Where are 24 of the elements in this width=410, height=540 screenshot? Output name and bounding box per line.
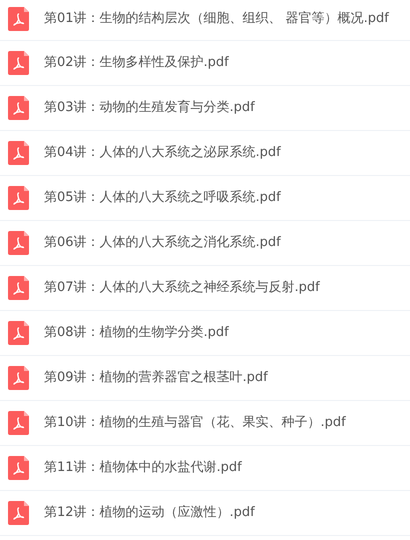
file-name[interactable]: 第02讲：生物多样性及保护.pdf (44, 53, 229, 73)
pdf-file-icon (8, 186, 29, 210)
pdf-file-icon (8, 51, 29, 75)
pdf-file-icon (8, 231, 29, 255)
file-name[interactable]: 第09讲：植物的营养器官之根茎叶.pdf (44, 368, 268, 388)
pdf-file-icon (8, 501, 29, 525)
file-name[interactable]: 第01讲：生物的结构层次（细胞、组织、 器官等）概况.pdf (44, 8, 389, 28)
pdf-file-icon (8, 456, 29, 480)
file-name[interactable]: 第12讲：植物的运动（应激性）.pdf (44, 503, 255, 523)
pdf-file-icon (8, 276, 29, 300)
pdf-file-icon (8, 411, 29, 435)
pdf-file-icon (8, 96, 29, 120)
file-name[interactable]: 第08讲：植物的生物学分类.pdf (44, 323, 229, 343)
file-name[interactable]: 第03讲：动物的生殖发育与分类.pdf (44, 98, 255, 118)
pdf-file-icon (8, 6, 29, 30)
file-name[interactable]: 第10讲：植物的生殖与器官（花、果实、种子）.pdf (44, 413, 346, 433)
file-name[interactable]: 第04讲：人体的八大系统之泌尿系统.pdf (44, 143, 281, 163)
pdf-file-icon (8, 321, 29, 345)
file-name[interactable]: 第05讲：人体的八大系统之呼吸系统.pdf (44, 188, 281, 208)
file-name[interactable]: 第06讲：人体的八大系统之消化系统.pdf (44, 233, 281, 253)
file-name[interactable]: 第07讲：人体的八大系统之神经系统与反射.pdf (44, 278, 320, 298)
pdf-file-icon (8, 366, 29, 390)
pdf-file-icon (8, 141, 29, 165)
file-name[interactable]: 第11讲：植物体中的水盐代谢.pdf (44, 458, 242, 478)
